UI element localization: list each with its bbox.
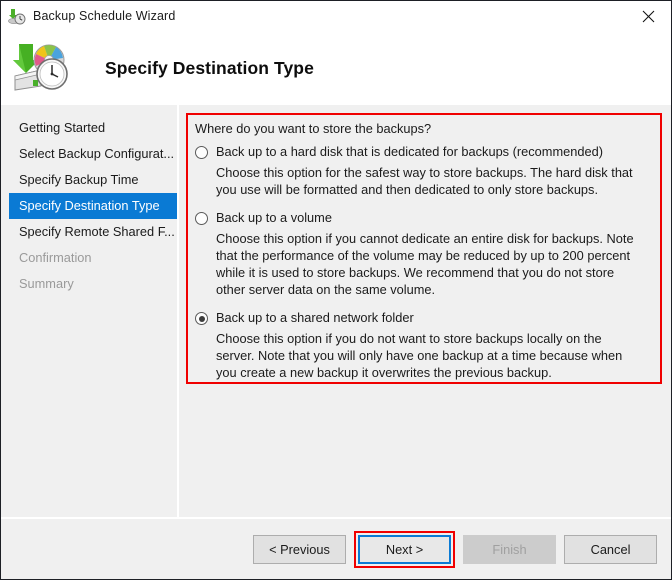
option-hard-disk[interactable]: Back up to a hard disk that is dedicated… [195, 144, 657, 198]
previous-button[interactable]: < Previous [253, 535, 346, 564]
page-header: Specify Destination Type [1, 31, 671, 105]
sidebar-item-confirmation: Confirmation [1, 245, 177, 271]
option-description-shared-network-folder: Choose this option if you do not want to… [216, 330, 638, 381]
sidebar-item-specify-backup-time[interactable]: Specify Backup Time [1, 167, 177, 193]
sidebar-item-specify-remote-shared-folder[interactable]: Specify Remote Shared F... [1, 219, 177, 245]
option-label-hard-disk: Back up to a hard disk that is dedicated… [216, 144, 603, 159]
destination-options-panel: Where do you want to store the backups? … [195, 121, 657, 393]
title-bar: Backup Schedule Wizard [1, 1, 671, 31]
page-title: Specify Destination Type [105, 58, 314, 79]
option-volume[interactable]: Back up to a volume Choose this option i… [195, 210, 657, 298]
annotation-box-next-button: Next > [354, 531, 455, 568]
radio-volume[interactable] [195, 212, 208, 225]
destination-question: Where do you want to store the backups? [195, 121, 657, 136]
sidebar-item-getting-started[interactable]: Getting Started [1, 115, 177, 141]
wizard-content: Where do you want to store the backups? … [179, 105, 671, 517]
option-description-hard-disk: Choose this option for the safest way to… [216, 164, 638, 198]
finish-button: Finish [463, 535, 556, 564]
next-button[interactable]: Next > [358, 535, 451, 564]
sidebar-item-select-backup-configuration[interactable]: Select Backup Configurat... [1, 141, 177, 167]
option-description-volume: Choose this option if you cannot dedicat… [216, 230, 638, 298]
close-icon[interactable] [625, 1, 671, 31]
sidebar-item-specify-destination-type[interactable]: Specify Destination Type [9, 193, 177, 219]
backup-schedule-icon [8, 7, 26, 25]
backup-schedule-wizard-window: Backup Schedule Wizard [0, 0, 672, 580]
option-label-volume: Back up to a volume [216, 210, 332, 225]
wizard-footer: < Previous Next > Finish Cancel [1, 517, 671, 579]
option-label-shared-network-folder: Back up to a shared network folder [216, 310, 414, 325]
radio-shared-network-folder[interactable] [195, 312, 208, 325]
cancel-button[interactable]: Cancel [564, 535, 657, 564]
sidebar-item-summary: Summary [1, 271, 177, 297]
option-shared-network-folder[interactable]: Back up to a shared network folder Choos… [195, 310, 657, 381]
window-title: Backup Schedule Wizard [33, 9, 175, 23]
wizard-steps-sidebar: Getting Started Select Backup Configurat… [1, 105, 179, 517]
backup-disk-clock-icon [11, 40, 75, 96]
wizard-body: Getting Started Select Backup Configurat… [1, 105, 671, 517]
radio-hard-disk[interactable] [195, 146, 208, 159]
